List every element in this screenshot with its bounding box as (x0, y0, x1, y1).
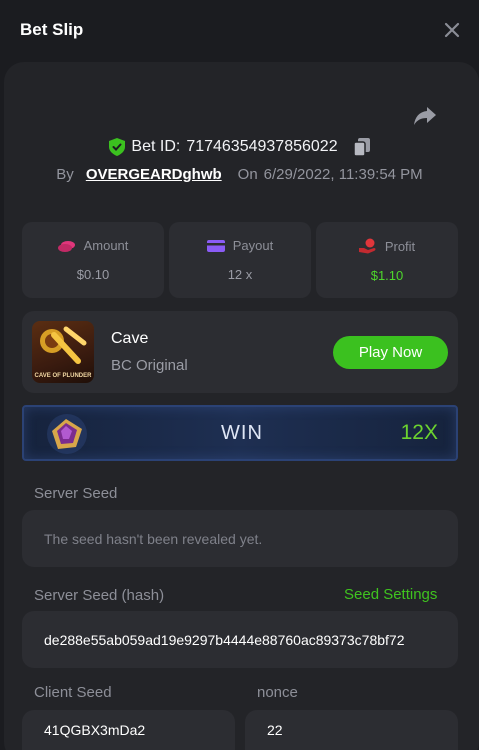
shield-check-icon (109, 138, 126, 156)
pickaxe-icon (40, 326, 87, 364)
close-button[interactable] (440, 18, 464, 42)
payout-card: Payout 12 x (169, 222, 311, 298)
amount-value: $0.10 (76, 267, 110, 282)
nonce-label: nonce (257, 684, 298, 701)
play-now-button[interactable]: Play Now (333, 336, 448, 369)
bet-slip-title: Bet Slip (20, 20, 84, 39)
thumbnail-caption: CAVE OF PLUNDER (34, 373, 92, 379)
on-label: On (237, 165, 258, 183)
hand-coin-icon (358, 238, 376, 254)
server-seed-hash-field[interactable]: de288e55ab059ad19e9297b4444e88760ac89373… (22, 611, 458, 668)
client-seed-label: Client Seed (34, 684, 112, 701)
bet-author-row: By OVERGEARDghwb On 6/29/2022, 11:39:54 … (0, 164, 479, 184)
payout-label: Payout (232, 238, 274, 253)
share-icon[interactable] (411, 103, 439, 129)
username-link[interactable]: OVERGEARDghwb (86, 166, 222, 183)
payout-value: 12 x (227, 267, 253, 282)
amount-label: Amount (83, 238, 129, 253)
coins-icon (57, 240, 75, 252)
close-icon[interactable] (440, 18, 464, 42)
server-seed-field: The seed hasn't been revealed yet. (22, 510, 458, 567)
share-button[interactable] (411, 103, 439, 129)
win-multiplier: 12X (400, 421, 438, 444)
nonce-field[interactable]: 22 (245, 710, 458, 750)
profit-label: Profit (384, 238, 416, 254)
game-name: Cave (111, 330, 149, 347)
profit-card: Profit $1.10 (316, 222, 458, 298)
profit-value: $1.10 (370, 268, 404, 283)
by-label: By (56, 165, 74, 183)
copy-icon[interactable] (353, 138, 370, 156)
game-card: CAVE OF PLUNDER Cave BC Original Play No… (22, 311, 458, 393)
seed-settings-link[interactable]: Seed Settings (344, 586, 437, 603)
game-thumbnail[interactable]: CAVE OF PLUNDER (32, 321, 94, 383)
win-result-banner: WIN 12X (22, 405, 458, 461)
server-seed-label: Server Seed (34, 485, 118, 502)
server-seed-hash-label: Server Seed (hash) (34, 587, 165, 604)
win-text: WIN (221, 422, 263, 444)
bet-id-row: Bet ID: 71746354937856022 (0, 136, 479, 158)
bet-slip-header: Bet Slip (0, 0, 479, 62)
bet-id-label: Bet ID: (131, 138, 181, 155)
game-provider: BC Original (111, 357, 188, 374)
card-icon (206, 239, 225, 252)
client-seed-field[interactable]: 41QGBX3mDa2 (22, 710, 235, 750)
bet-datetime: 6/29/2022, 11:39:54 PM (263, 165, 423, 183)
amount-card: Amount $0.10 (22, 222, 164, 298)
bet-id-value: 71746354937856022 (186, 138, 338, 155)
